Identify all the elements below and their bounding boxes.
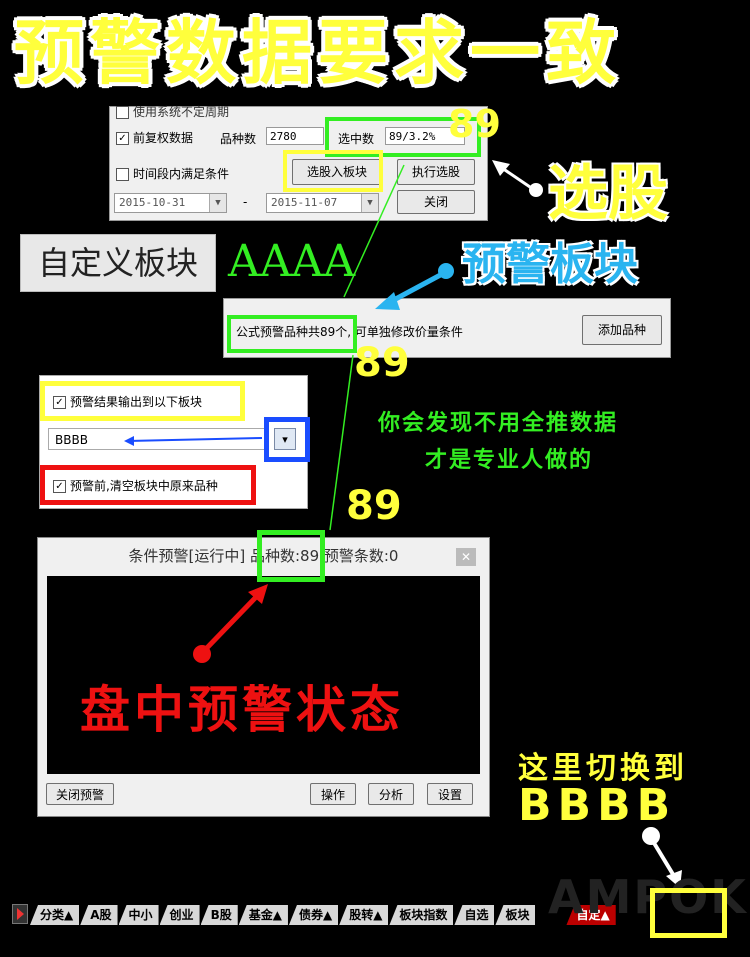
tab-3[interactable]: 创业	[159, 905, 200, 925]
tab-8[interactable]: 板块指数	[389, 905, 454, 925]
tab-9[interactable]: 自选	[454, 905, 495, 925]
tab-1[interactable]: A股	[80, 905, 118, 925]
green-connector-2	[329, 354, 354, 531]
red-arrow	[200, 593, 260, 655]
blue-arrow	[127, 437, 263, 442]
tab-bar-play-icon[interactable]	[12, 904, 28, 924]
tab-6[interactable]: 债券▲	[288, 905, 339, 925]
tab-5[interactable]: 基金▲	[238, 905, 288, 925]
tab-7[interactable]: 股转▲	[339, 905, 389, 925]
tab-2[interactable]: 中小	[118, 905, 159, 925]
tab-4[interactable]: B股	[200, 905, 238, 925]
custom-tab-highlight	[650, 888, 727, 938]
market-tabs: 分类▲ A股 中小 创业 B股 基金▲ 债券▲ 股转▲ 板块指数 自选 板块 自定▲	[30, 904, 617, 925]
green-connector-1	[343, 164, 405, 298]
tab-0[interactable]: 分类▲	[30, 905, 80, 925]
xuangu-arrow	[501, 166, 531, 189]
annotation-arrows	[124, 160, 682, 888]
tab-10[interactable]: 板块	[495, 905, 536, 925]
bankuai-arrow	[388, 269, 448, 305]
